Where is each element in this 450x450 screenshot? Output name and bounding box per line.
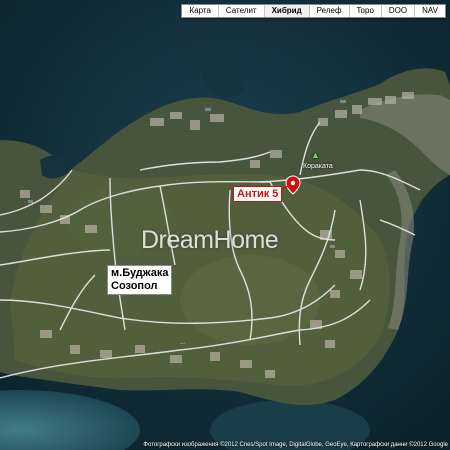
satellite-imagery: ...	[0, 0, 450, 450]
map-view[interactable]: ... Карта Сателит Хибрид Релеф Topo DOO …	[0, 0, 450, 450]
map-type-doo-button[interactable]: DOO	[380, 5, 415, 17]
svg-text:...: ...	[180, 339, 186, 346]
map-type-toolbar: Карта Сателит Хибрид Релеф Topo DOO NAV	[181, 4, 446, 18]
property-label[interactable]: Антик 5	[233, 186, 283, 202]
copyright-notice: Фотографски изображения ©2012 Cnes/Spot …	[143, 442, 448, 448]
area-label-line1: м.Буджака	[111, 267, 169, 279]
street-label-group: ...	[180, 339, 186, 346]
place-label: Кораката	[303, 163, 333, 170]
area-label: м.Буджака Созопол	[107, 265, 173, 295]
watermark-logo: DreamHome	[141, 226, 279, 254]
area-label-line2: Созопол	[111, 280, 158, 292]
map-type-terrain-button[interactable]: Релеф	[308, 5, 349, 17]
map-type-nav-button[interactable]: NAV	[414, 5, 445, 17]
map-type-satellite-button[interactable]: Сателит	[217, 5, 264, 17]
park-icon: ▲	[311, 150, 320, 160]
map-type-hybrid-button[interactable]: Хибрид	[263, 5, 309, 17]
map-type-topo-button[interactable]: Topo	[348, 5, 381, 17]
map-type-map-button[interactable]: Карта	[182, 5, 218, 17]
